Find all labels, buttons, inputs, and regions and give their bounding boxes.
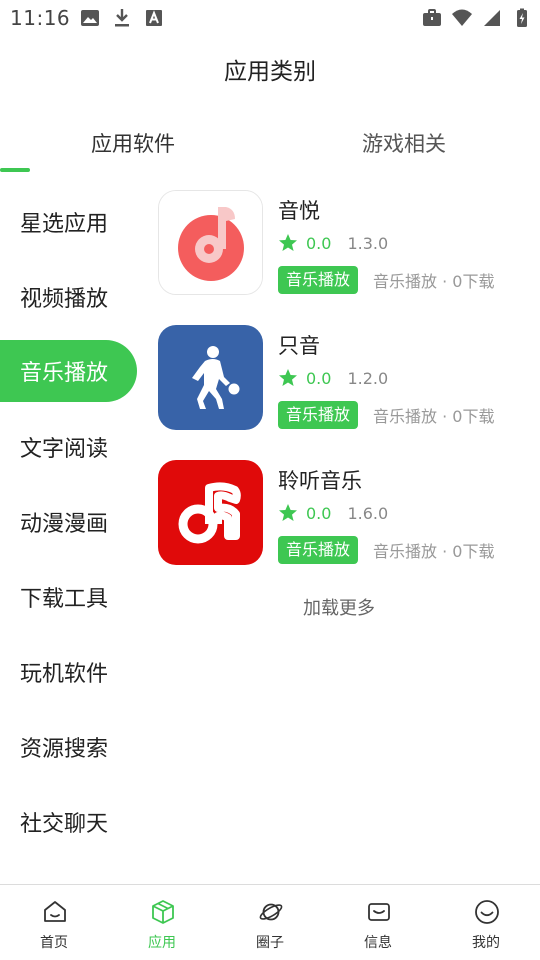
- category-sidebar: 星选应用 视频播放 音乐播放 文字阅读 动漫漫画 下载工具 玩机软件 资源搜索 …: [0, 184, 140, 859]
- home-icon: [44, 901, 66, 922]
- status-notification-icons: [80, 8, 164, 28]
- nav-label: 应用: [148, 935, 176, 951]
- category-badge: 音乐播放: [278, 536, 359, 564]
- app-meta: 音乐播放 · 0下载: [373, 407, 495, 426]
- status-bar: 11:16: [0, 0, 540, 36]
- sidebar-item-music[interactable]: 音乐播放: [0, 340, 137, 402]
- planet-icon: [259, 903, 283, 921]
- page-title: 应用类别: [224, 59, 316, 85]
- star-icon: [279, 369, 297, 386]
- nav-label: 首页: [40, 935, 68, 951]
- app-list: 音悦 0.0 1.3.0 音乐播放 音乐播放 · 0下载 只音 0.0 1.2.…: [158, 190, 528, 595]
- star-icon: [279, 234, 297, 251]
- app-tags: 音乐播放 音乐播放 · 0下载: [278, 266, 494, 294]
- app-meta: 音乐播放 · 0下载: [373, 272, 495, 291]
- sidebar-item-featured[interactable]: 星选应用: [0, 184, 140, 259]
- rating-value: 0.0: [306, 368, 332, 388]
- music-note-red-icon[interactable]: [158, 460, 263, 565]
- nav-messages[interactable]: 信息: [324, 885, 432, 960]
- briefcase-icon: [423, 9, 441, 26]
- nav-circle[interactable]: 圈子: [216, 885, 324, 960]
- app-version: 1.6.0: [347, 503, 389, 523]
- sidebar-item-resource-search[interactable]: 资源搜索: [0, 709, 140, 784]
- app-name: 只音: [278, 334, 320, 358]
- status-system-icons: [422, 8, 532, 28]
- nav-label: 圈子: [256, 935, 284, 951]
- message-icon: [368, 903, 390, 921]
- smile-icon: [475, 900, 499, 924]
- app-tags: 音乐播放 音乐播放 · 0下载: [278, 401, 494, 429]
- app-rating: 0.0 1.6.0: [278, 503, 388, 523]
- sidebar-item-video[interactable]: 视频播放: [0, 259, 140, 334]
- basketball-player-icon[interactable]: [158, 325, 263, 430]
- battery-charging-icon: [517, 8, 527, 27]
- tab-active-indicator: [0, 168, 30, 172]
- tab-games[interactable]: 游戏相关: [362, 128, 446, 158]
- app-version: 1.3.0: [347, 233, 389, 253]
- app-meta: 音乐播放 · 0下载: [373, 542, 495, 561]
- rating-value: 0.0: [306, 233, 332, 253]
- list-item[interactable]: 音悦 0.0 1.3.0 音乐播放 音乐播放 · 0下载: [158, 190, 528, 325]
- music-note-circle-icon[interactable]: [158, 190, 263, 295]
- app-tags: 音乐播放 音乐播放 · 0下载: [278, 536, 494, 564]
- list-item[interactable]: 聆听音乐 0.0 1.6.0 音乐播放 音乐播放 · 0下载: [158, 460, 528, 595]
- nav-home[interactable]: 首页: [0, 885, 108, 960]
- nav-label: 信息: [364, 935, 392, 951]
- nav-apps[interactable]: 应用: [108, 885, 216, 960]
- sidebar-item-phone-tools[interactable]: 玩机软件: [0, 634, 140, 709]
- signal-icon: [484, 10, 500, 26]
- cube-icon: [152, 900, 174, 924]
- rating-value: 0.0: [306, 503, 332, 523]
- category-badge: 音乐播放: [278, 401, 359, 429]
- sidebar-item-social[interactable]: 社交聊天: [0, 784, 140, 859]
- status-time: 11:16: [10, 6, 71, 30]
- app-name: 聆听音乐: [278, 469, 362, 493]
- category-tabs: 应用软件 游戏相关: [0, 112, 540, 176]
- sidebar-item-reading[interactable]: 文字阅读: [0, 409, 140, 484]
- wifi-icon: [452, 9, 472, 26]
- sidebar-item-download-tools[interactable]: 下载工具: [0, 559, 140, 634]
- category-badge: 音乐播放: [278, 266, 359, 294]
- app-rating: 0.0 1.2.0: [278, 368, 388, 388]
- tab-apps[interactable]: 应用软件: [91, 128, 175, 158]
- load-more-button[interactable]: 加载更多: [158, 594, 520, 620]
- star-icon: [279, 504, 297, 521]
- nav-profile[interactable]: 我的: [432, 885, 540, 960]
- sidebar-item-anime[interactable]: 动漫漫画: [0, 484, 140, 559]
- bottom-nav: 首页 应用 圈子 信息 我的: [0, 884, 540, 960]
- download-icon: [115, 9, 129, 27]
- nav-label: 我的: [472, 935, 500, 951]
- image-icon: [81, 10, 99, 26]
- app-name: 音悦: [278, 199, 320, 223]
- app-rating: 0.0 1.3.0: [278, 233, 388, 253]
- list-item[interactable]: 只音 0.0 1.2.0 音乐播放 音乐播放 · 0下载: [158, 325, 528, 460]
- text-a-icon: [146, 10, 162, 26]
- app-version: 1.2.0: [347, 368, 389, 388]
